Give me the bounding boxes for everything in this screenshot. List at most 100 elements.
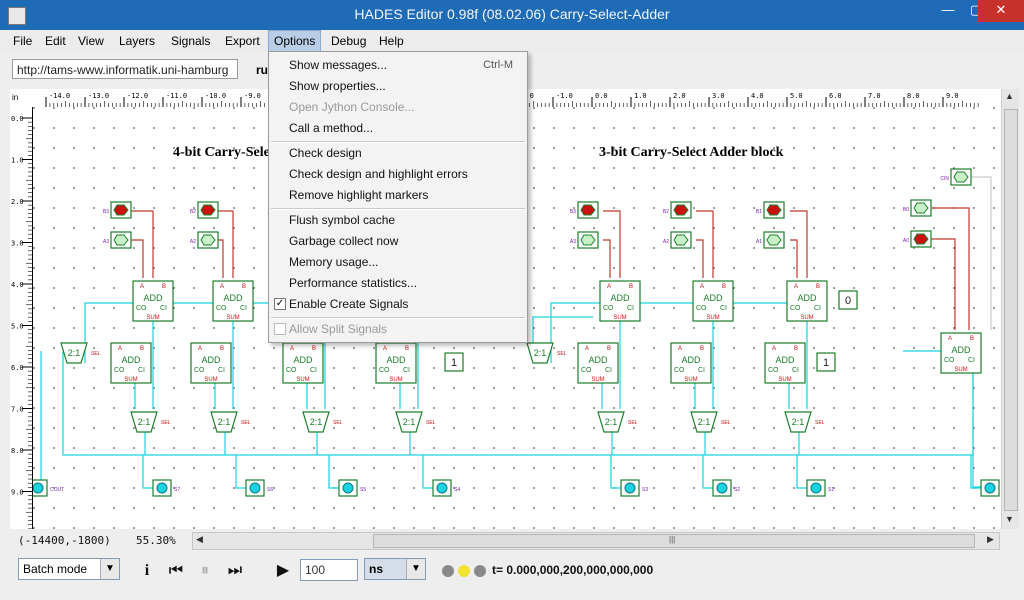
menu-item-show-messages[interactable]: Show messages... <box>289 55 387 75</box>
menu-item-show-properties[interactable]: Show properties... <box>289 76 386 96</box>
pin-co: CO <box>768 367 779 374</box>
scroll-up-icon[interactable]: ▲ <box>1005 91 1014 101</box>
menu-options[interactable]: Options <box>268 30 322 52</box>
input-port-label: A3 <box>103 239 109 245</box>
adder: ADD A B CO CISUM <box>764 342 806 384</box>
vertical-scroll-thumb[interactable] <box>1004 109 1018 511</box>
left-ruler: 0.0 1.0 2.0 3.0 4.0 5.0 6.0 7.0 8.0 9.0 <box>10 107 33 529</box>
menu-view[interactable]: View <box>73 30 109 52</box>
input-port-label: B2 <box>663 209 669 215</box>
menu-item-enable-create-signals[interactable]: Enable Create Signals <box>289 294 408 314</box>
pin-sum: SUM <box>778 377 791 383</box>
scroll-down-icon[interactable]: ▼ <box>1005 514 1014 524</box>
input-port-label: A3 <box>570 239 576 245</box>
menu-export[interactable]: Export <box>220 30 265 52</box>
ruler-left-label: 1.0 <box>11 157 24 165</box>
pin-co: CO <box>194 367 205 374</box>
run-icon[interactable]: ▶ <box>272 560 294 582</box>
menu-item-call-method[interactable]: Call a method... <box>289 118 373 138</box>
input-port-label: B0 <box>903 207 909 213</box>
menu-item-check-highlight-errors[interactable]: Check design and highlight errors <box>289 164 468 184</box>
chevron-down-icon[interactable]: ▼ <box>100 559 119 579</box>
scroll-right-icon[interactable]: ▶ <box>987 534 994 545</box>
fast-forward-icon[interactable]: ⏭ <box>224 560 246 582</box>
menu-item-check-design[interactable]: Check design <box>289 143 362 163</box>
pin-a: A <box>140 284 144 290</box>
mux-label: 2:1 <box>534 348 547 358</box>
status-led-gray-icon <box>474 565 486 577</box>
pin-ci: CI <box>403 367 410 374</box>
menu-debug[interactable]: Debug <box>326 30 371 52</box>
pin-ci: CI <box>218 367 225 374</box>
menu-item-remove-highlight[interactable]: Remove highlight markers <box>289 185 428 205</box>
mode-select[interactable]: Batch mode ▼ <box>18 558 120 580</box>
ruler-left-label: 6.0 <box>11 364 24 372</box>
time-unit-select[interactable]: ns ▼ <box>364 558 426 580</box>
menu-help[interactable]: Help <box>374 30 409 52</box>
pin-b: B <box>794 346 798 352</box>
adder-label: ADD <box>610 293 630 303</box>
pin-b: B <box>220 346 224 352</box>
ruler-left-label: 7.0 <box>11 406 24 414</box>
ruler-left-label: 4.0 <box>11 281 24 289</box>
ruler-top-label: 4.0 <box>751 92 764 100</box>
menu-edit[interactable]: Edit <box>40 30 71 52</box>
output-port-label: S6 <box>267 487 273 493</box>
options-menu: Show messages... Ctrl-M Show properties.… <box>268 51 528 343</box>
adder-label: ADD <box>588 355 608 365</box>
menu-layers[interactable]: Layers <box>114 30 160 52</box>
ruler-top-label: 8.0 <box>907 92 920 100</box>
pin-sum: SUM <box>591 377 604 383</box>
checkbox-checked-icon[interactable]: ✓ <box>274 298 286 310</box>
right-block-title: 3-bit Carry-Select Adder block <box>599 145 784 160</box>
ruler-top-label: 1.0 <box>634 92 647 100</box>
vertical-scrollbar[interactable]: ▲ ▼ <box>1001 89 1019 529</box>
output-port-label: S7 <box>174 487 180 493</box>
adder: ADD A B CO CISUM <box>577 342 619 384</box>
ruler-left-label: 3.0 <box>11 240 24 248</box>
pin-ci: CI <box>605 367 612 374</box>
output-port-marker <box>984 482 996 494</box>
output-port-label: S5 <box>360 487 366 493</box>
input-port-label: B3 <box>103 209 109 215</box>
output-port: S0 <box>980 479 1000 497</box>
menu-item-garbage-collect[interactable]: Garbage collect now <box>289 231 398 251</box>
adder: ADD A B CO CISUM <box>212 280 254 322</box>
scroll-left-icon[interactable]: ◀ <box>196 534 203 545</box>
adder: ADD A B CO CISUM <box>692 280 734 322</box>
mux-label: 2:1 <box>310 417 323 427</box>
ruler-top-label: -13.0 <box>88 92 109 100</box>
close-button[interactable]: ✕ <box>978 0 1024 22</box>
ruler-left-label: 5.0 <box>11 323 24 331</box>
adder: ADD A B CO CISUM <box>190 342 232 384</box>
pause-icon[interactable]: ⏸ <box>194 560 216 582</box>
menu-item-flush-symbol-cache[interactable]: Flush symbol cache <box>289 210 395 230</box>
ruler-top-label: 5.0 <box>790 92 803 100</box>
horizontal-scrollbar[interactable]: ◀ ||| ▶ <box>192 532 1000 550</box>
hades-window: HADES Editor 0.98f (08.02.06) Carry-Sele… <box>0 0 1024 600</box>
step-time-input[interactable]: 100 <box>300 559 358 581</box>
pin-ci: CI <box>160 305 167 312</box>
pin-a: A <box>794 284 798 290</box>
menu-item-performance-statistics[interactable]: Performance statistics... <box>289 273 417 293</box>
window-title: HADES Editor 0.98f (08.02.06) Carry-Sele… <box>354 6 670 22</box>
menu-item-memory-usage[interactable]: Memory usage... <box>289 252 378 272</box>
info-button[interactable]: i <box>136 560 158 582</box>
output-port-label: COUT <box>50 487 64 493</box>
pin-co: CO <box>216 305 227 312</box>
scroll-grip-icon: ||| <box>669 535 676 544</box>
menu-file[interactable]: File <box>8 30 37 52</box>
ruler-top-label: -1.0 <box>556 92 573 100</box>
rewind-icon[interactable]: ⏮ <box>165 560 187 582</box>
mux-sel-label: SEL <box>815 420 825 426</box>
ruler-top-label: -11.0 <box>166 92 187 100</box>
menu-signals[interactable]: Signals <box>166 30 215 52</box>
pin-co: CO <box>696 305 707 312</box>
minimize-button[interactable]: — <box>934 0 962 22</box>
pin-a: A <box>220 284 224 290</box>
url-field[interactable]: http://tams-www.informatik.uni-hamburg <box>12 59 238 79</box>
chevron-down-icon[interactable]: ▼ <box>406 559 425 579</box>
mode-select-value: Batch mode <box>23 562 88 576</box>
mux-sel-label: SEL <box>628 420 638 426</box>
pin-co: CO <box>114 367 125 374</box>
